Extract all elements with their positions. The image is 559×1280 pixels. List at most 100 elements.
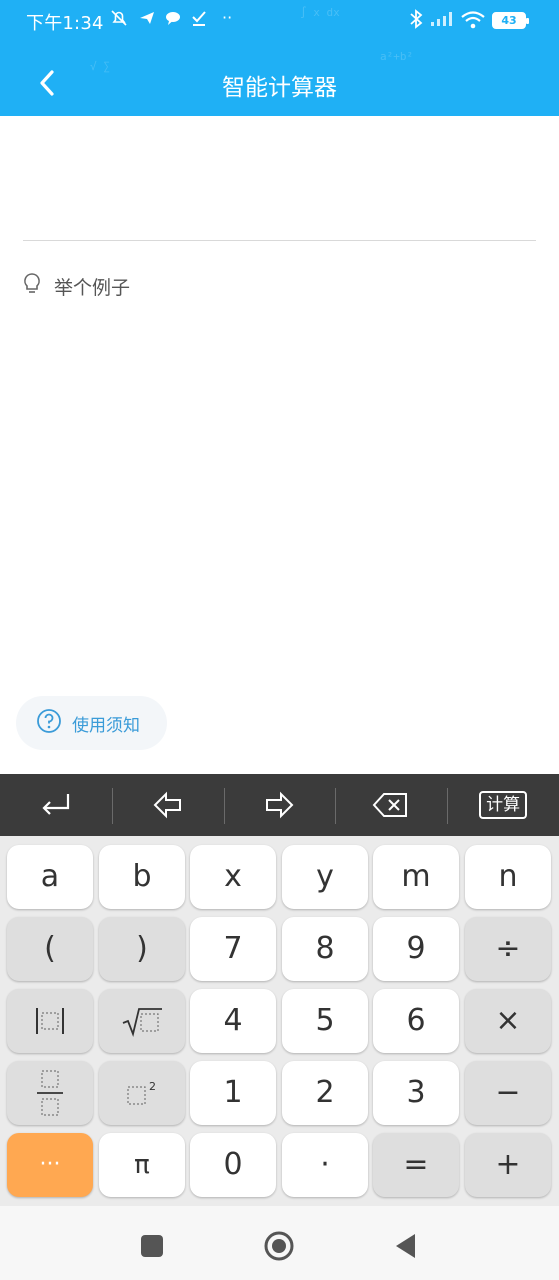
key-multiply[interactable]: × [465,989,551,1053]
key-9[interactable]: 9 [373,917,459,981]
key-y[interactable]: y [282,845,368,909]
key-b[interactable]: b [99,845,185,909]
key-label: n [498,859,518,894]
telegram-icon [138,9,156,31]
key-label: π [134,1150,150,1180]
key-label: 8 [315,931,335,966]
status-bar: 下午1:34 ·· 43 [0,0,559,42]
enter-icon [42,794,69,815]
system-back-button[interactable] [386,1226,426,1266]
page-title: 智能计算器 [222,75,337,101]
key-absolute-value[interactable] [7,989,93,1053]
usage-notes-label: 使用须知 [72,715,140,736]
bluetooth-icon [409,9,423,33]
key-4[interactable]: 4 [190,989,276,1053]
key-3[interactable]: 3 [373,1061,459,1125]
key-6[interactable]: 6 [373,989,459,1053]
key-x[interactable]: x [190,845,276,909]
system-nav-bar [0,1206,559,1280]
triangle-back-icon [396,1234,415,1258]
key-label: ··· [39,1152,61,1177]
more-notifications-icon: ·· [222,8,233,27]
key-label: × [495,1003,521,1038]
key-more[interactable]: ··· [7,1133,93,1197]
key-n[interactable]: n [465,845,551,909]
backspace-button[interactable] [335,774,447,836]
key-label: 6 [406,1003,426,1038]
wifi-icon [460,10,486,34]
expression-input[interactable] [23,116,536,241]
keyboard-toolbar: 计算 [0,774,559,836]
key-8[interactable]: 8 [282,917,368,981]
svg-text:2: 2 [149,1080,156,1093]
key-label: 0 [223,1147,243,1182]
home-circle-icon [264,1231,294,1261]
key-label: m [401,859,431,894]
cursor-right-icon [266,791,294,819]
key-close-paren[interactable]: ) [99,917,185,981]
battery-indicator: 43 [492,12,529,29]
key-7[interactable]: 7 [190,917,276,981]
key-label: y [316,859,334,894]
key-label: 4 [223,1003,243,1038]
task-done-icon [190,9,208,31]
key-label: 3 [406,1075,426,1110]
key-label: 9 [406,931,426,966]
key-m[interactable]: m [373,845,459,909]
example-link[interactable]: 举个例子 [22,272,130,300]
signal-icon [430,11,456,31]
key-square[interactable]: 2 [99,1061,185,1125]
key-equals[interactable]: = [373,1133,459,1197]
calculate-button[interactable]: 计算 [447,774,559,836]
cursor-left-button[interactable] [111,774,224,836]
key-5[interactable]: 5 [282,989,368,1053]
cursor-right-button[interactable] [223,774,336,836]
key-label: − [495,1075,521,1110]
key-label: 7 [223,931,243,966]
recent-apps-button[interactable] [132,1226,172,1266]
app-header: 智能计算器 [0,56,559,112]
key-open-paren[interactable]: ( [7,917,93,981]
key-minus[interactable]: − [465,1061,551,1125]
question-circle-icon [36,708,62,738]
top-bar: ∫ x dx a²+b² √ ∑ 下午1:34 ·· 43 智能计算器 [0,0,559,116]
square-power-icon: 2 [127,1080,156,1105]
example-label: 举个例子 [54,276,131,299]
keypad: a b x y m n ( ) 7 8 9 ÷ 4 5 6 × 2 1 2 3 … [0,836,559,1206]
key-plus[interactable]: + [465,1133,551,1197]
key-label: ÷ [495,931,521,966]
key-label: 1 [223,1075,243,1110]
cursor-left-icon [153,791,181,819]
calculate-label: 计算 [479,791,528,819]
key-label: · [320,1147,330,1182]
key-2[interactable]: 2 [282,1061,368,1125]
key-divide[interactable]: ÷ [465,917,551,981]
home-button[interactable] [259,1226,299,1266]
backspace-icon [372,793,408,817]
key-0[interactable]: 0 [190,1133,276,1197]
key-label: ) [136,931,148,966]
key-label: x [224,859,242,894]
absolute-value-icon [36,1008,64,1034]
key-label: a [40,859,60,894]
key-label: 5 [315,1003,335,1038]
key-label: b [132,859,152,894]
key-label: + [495,1147,521,1182]
key-decimal-point[interactable]: · [282,1133,368,1197]
key-fraction[interactable] [7,1061,93,1125]
key-pi[interactable]: π [99,1133,185,1197]
mute-icon [110,9,128,31]
usage-notes-button[interactable]: 使用须知 [16,696,167,750]
chat-icon [164,9,182,31]
key-1[interactable]: 1 [190,1061,276,1125]
square-root-icon [122,1008,162,1038]
key-square-root[interactable] [99,989,185,1053]
key-label: 2 [315,1075,335,1110]
key-label: ( [44,931,56,966]
square-icon [141,1235,163,1257]
status-time: 下午1:34 [26,13,104,34]
key-a[interactable]: a [7,845,93,909]
enter-button[interactable] [0,774,112,836]
lightbulb-icon [22,272,42,300]
key-label: = [403,1147,429,1182]
